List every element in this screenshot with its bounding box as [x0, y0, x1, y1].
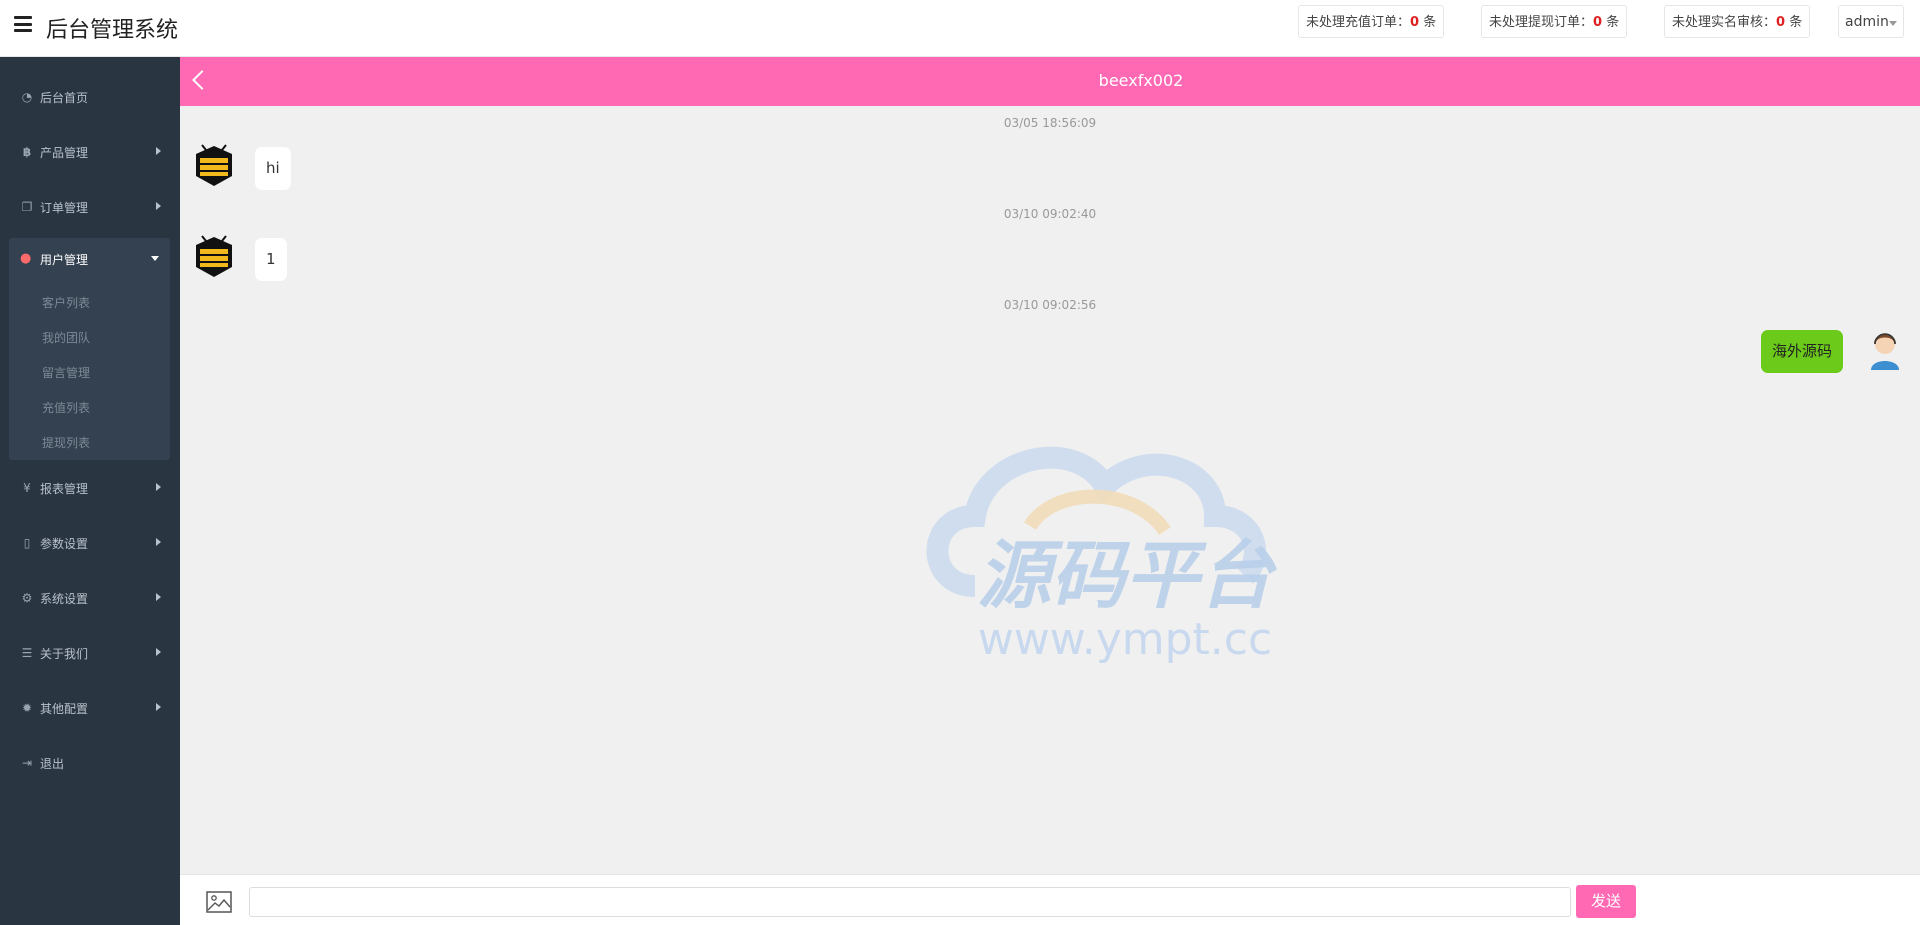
- agent-avatar-icon: [1871, 333, 1899, 370]
- bee-avatar-icon: [196, 235, 232, 277]
- send-button[interactable]: 发送: [1576, 885, 1636, 918]
- chat-messages: 源码平台 www.ympt.cc 03/05 18:56:09 hi 03/10…: [180, 106, 1920, 874]
- stat-unit: 条: [1606, 15, 1620, 30]
- sidebar-item-users[interactable]: ● 用户管理: [9, 238, 170, 280]
- sidebar-item-params[interactable]: ▯ 参数设置: [0, 523, 180, 563]
- app-title: 后台管理系统: [46, 18, 179, 43]
- stat-count: 0: [1410, 15, 1420, 30]
- my-message-bubble: 海外源码: [1761, 330, 1844, 373]
- copy-icon: ❐: [21, 200, 33, 214]
- submenu-item-recharges[interactable]: 充值列表: [42, 399, 90, 416]
- sidebar-item-label: 退出: [40, 757, 65, 771]
- sidebar-item-logout[interactable]: ⇥ 退出: [0, 743, 180, 783]
- list-icon: ☰: [21, 646, 33, 660]
- chevron-down-icon: [151, 256, 159, 261]
- message-bubble: hi: [255, 147, 291, 190]
- sidebar-item-other[interactable]: ✹ 其他配置: [0, 688, 180, 728]
- yen-icon: ¥: [23, 481, 31, 495]
- stat-count: 0: [1776, 15, 1786, 30]
- user-name: admin: [1845, 14, 1889, 30]
- watermark-url: www.ympt.cc: [978, 614, 1272, 665]
- user-icon: ●: [20, 251, 32, 266]
- chevron-right-icon: [156, 593, 161, 601]
- chevron-right-icon: [156, 703, 161, 711]
- sidebar-item-label: 系统设置: [40, 592, 89, 606]
- sidebar-item-system[interactable]: ⚙ 系统设置: [0, 578, 180, 618]
- message-bubble: 1: [255, 238, 287, 281]
- sidebar-item-label: 报表管理: [40, 482, 89, 496]
- sidebar-item-reports[interactable]: ¥ 报表管理: [0, 468, 180, 508]
- message-timestamp: 03/05 18:56:09: [1003, 116, 1097, 130]
- sidebar-item-products[interactable]: ฿ 产品管理: [0, 132, 180, 172]
- gears-icon: ⚙: [21, 591, 33, 605]
- sidebar-item-label: 订单管理: [40, 201, 89, 215]
- chevron-right-icon: [156, 538, 161, 546]
- chevron-right-icon: [156, 202, 161, 210]
- sign-out-icon: ⇥: [21, 756, 33, 770]
- stat-unit: 条: [1423, 15, 1437, 30]
- user-menu-button[interactable]: admin: [1838, 5, 1904, 38]
- sidebar-item-label: 用户管理: [40, 253, 89, 267]
- watermark-logo: 源码平台 www.ympt.cc: [926, 446, 1277, 665]
- pending-verification-stat[interactable]: 未处理实名审核：0 条: [1664, 5, 1811, 38]
- pending-withdraw-stat[interactable]: 未处理提现订单：0 条: [1481, 5, 1628, 38]
- sidebar-item-orders[interactable]: ❐ 订单管理: [0, 187, 180, 227]
- bitcoin-icon: ฿: [22, 145, 32, 159]
- caret-down-icon: [1889, 21, 1897, 26]
- dashboard-icon: ◔: [21, 90, 33, 104]
- bee-avatar-icon: [196, 144, 232, 186]
- submenu-item-customers[interactable]: 客户列表: [42, 294, 90, 311]
- sidebar-item-label: 关于我们: [40, 647, 89, 661]
- message-input-bar: 发送: [180, 874, 1920, 925]
- sidebar-item-label: 其他配置: [40, 702, 89, 716]
- submenu-item-withdrawals[interactable]: 提现列表: [42, 434, 90, 451]
- chevron-right-icon: [156, 648, 161, 656]
- message-timestamp: 03/10 09:02:40: [1003, 207, 1097, 221]
- file-icon: ▯: [23, 536, 31, 550]
- chat-title: beexfx002: [1098, 71, 1184, 90]
- chevron-right-icon: [156, 483, 161, 491]
- gear-icon: ✹: [21, 701, 33, 715]
- stat-count: 0: [1593, 15, 1603, 30]
- sidebar-group-users: ● 用户管理 客户列表 我的团队 留言管理 充值列表 提现列表: [9, 238, 170, 460]
- sidebar-item-label: 参数设置: [40, 537, 89, 551]
- stat-label: 未处理提现订单：: [1489, 15, 1594, 30]
- hamburger-menu-icon[interactable]: [14, 16, 32, 34]
- stat-label: 未处理充值订单：: [1306, 15, 1411, 30]
- chat-header: beexfx002: [180, 57, 1920, 106]
- submenu-item-messages[interactable]: 留言管理: [42, 364, 90, 381]
- pending-recharge-stat[interactable]: 未处理充值订单：0 条: [1298, 5, 1445, 38]
- sidebar-item-label: 后台首页: [40, 91, 89, 105]
- sidebar-item-home[interactable]: ◔ 后台首页: [0, 77, 180, 117]
- sidebar: ◔ 后台首页 ฿ 产品管理 ❐ 订单管理 ● 用户管理 客户列表 我的团队 留言…: [0, 57, 180, 925]
- message-timestamp: 03/10 09:02:56: [1003, 298, 1097, 312]
- watermark-text: 源码平台: [977, 533, 1277, 619]
- message-input[interactable]: [249, 887, 1571, 917]
- submenu-item-team[interactable]: 我的团队: [42, 329, 90, 346]
- image-upload-icon[interactable]: [206, 891, 232, 913]
- stat-label: 未处理实名审核：: [1672, 15, 1777, 30]
- sidebar-item-about[interactable]: ☰ 关于我们: [0, 633, 180, 673]
- stat-unit: 条: [1789, 15, 1803, 30]
- top-bar: 后台管理系统 未处理充值订单：0 条 未处理提现订单：0 条 未处理实名审核：0…: [0, 0, 1920, 57]
- chevron-right-icon: [156, 147, 161, 155]
- sidebar-item-label: 产品管理: [40, 146, 89, 160]
